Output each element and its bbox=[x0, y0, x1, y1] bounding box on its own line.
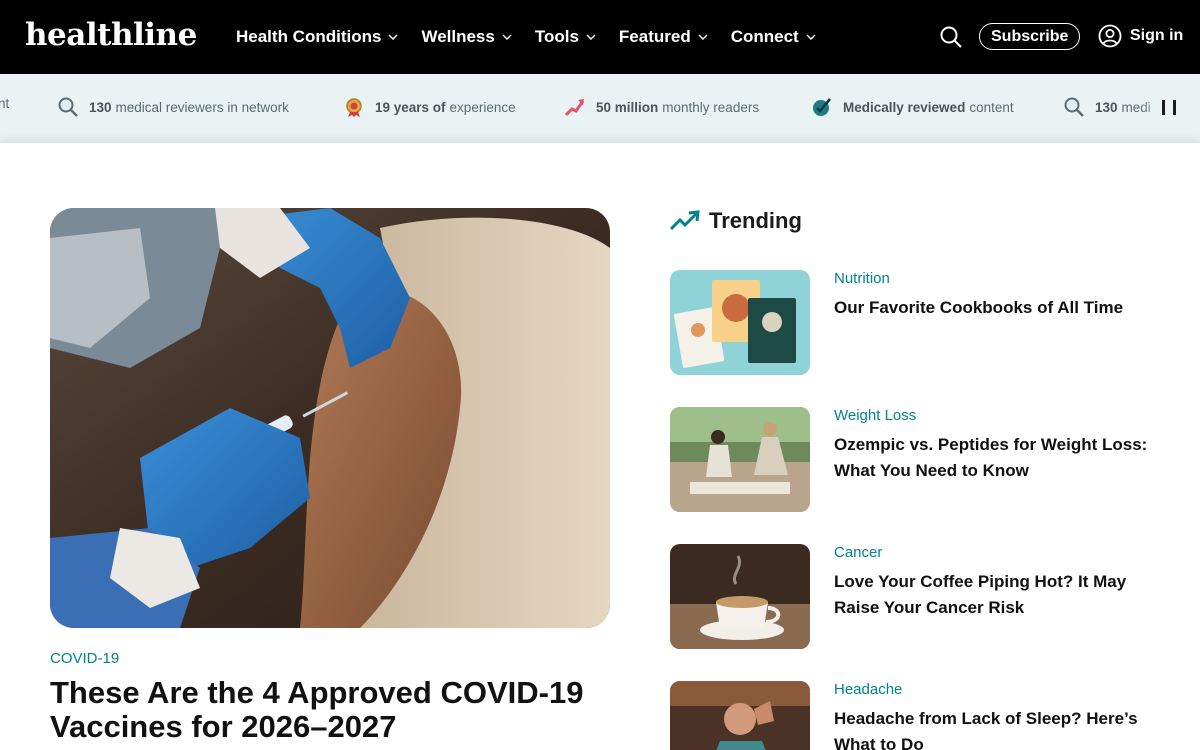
chevron-down-icon bbox=[585, 31, 597, 43]
trending-card[interactable]: Headache Headache from Lack of Sleep? He… bbox=[670, 681, 1150, 750]
sign-in-button[interactable]: Sign in bbox=[1098, 24, 1183, 48]
chevron-down-icon bbox=[805, 31, 817, 43]
trending-headline[interactable]: Our Favorite Cookbooks of All Time bbox=[834, 295, 1154, 321]
magnifier-icon bbox=[57, 96, 79, 118]
search-icon[interactable] bbox=[939, 25, 963, 49]
nav-label: Featured bbox=[618, 27, 691, 46]
ticker-bold: 19 years of bbox=[375, 99, 446, 115]
checkmark-badge-icon bbox=[811, 96, 833, 118]
trending-card[interactable]: Nutrition Our Favorite Cookbooks of All … bbox=[670, 270, 1150, 375]
cookbooks-thumbnail bbox=[670, 270, 810, 375]
nav-connect[interactable]: Connect bbox=[731, 27, 817, 47]
main-nav: Health Conditions Wellness Tools Feature… bbox=[236, 0, 839, 74]
hero-headline[interactable]: These Are the 4 Approved COVID-19 Vaccin… bbox=[50, 676, 610, 744]
headache-thumbnail bbox=[670, 681, 810, 750]
magnifier-icon bbox=[1063, 96, 1085, 118]
nav-featured[interactable]: Featured bbox=[619, 27, 709, 47]
trending-headline[interactable]: Headache from Lack of Sleep? Here’s What… bbox=[834, 706, 1154, 750]
ticker-item: 130 medical reviewers in network bbox=[57, 96, 289, 118]
nav-label: Connect bbox=[730, 27, 799, 46]
trending-category[interactable]: Headache bbox=[834, 681, 902, 698]
ticker-bold: Medically reviewed bbox=[843, 99, 966, 115]
nav-label: Health Conditions bbox=[236, 27, 382, 46]
pause-icon[interactable] bbox=[1162, 100, 1176, 116]
trending-card[interactable]: Cancer Love Your Coffee Piping Hot? It M… bbox=[670, 544, 1150, 649]
exercise-thumbnail bbox=[670, 407, 810, 512]
ticker-bold: 130 bbox=[1095, 99, 1118, 115]
trending-heading: Trending bbox=[669, 208, 802, 234]
award-medal-icon bbox=[343, 96, 365, 118]
ticker-item: 19 years of experience bbox=[343, 96, 516, 118]
ticker-bold: 130 bbox=[89, 99, 112, 115]
trending-category[interactable]: Weight Loss bbox=[834, 407, 916, 424]
growth-arrow-icon bbox=[564, 96, 586, 118]
site-header: healthline Health Conditions Wellness To… bbox=[0, 0, 1200, 74]
nav-tools[interactable]: Tools bbox=[535, 27, 597, 47]
stats-ticker: nt 130 medical reviewers in network 19 y… bbox=[0, 74, 1200, 143]
ticker-text: medical reviewers in network bbox=[115, 99, 289, 115]
ticker-text: content bbox=[969, 99, 1014, 115]
ticker-item: nt bbox=[0, 96, 9, 111]
subscribe-button[interactable]: Subscribe bbox=[979, 23, 1081, 50]
chevron-down-icon bbox=[387, 31, 399, 43]
trending-headline[interactable]: Love Your Coffee Piping Hot? It May Rais… bbox=[834, 569, 1154, 621]
ticker-bold: 50 million bbox=[596, 99, 659, 115]
chevron-down-icon bbox=[697, 31, 709, 43]
trending-category[interactable]: Cancer bbox=[834, 544, 882, 561]
coffee-thumbnail bbox=[670, 544, 810, 649]
hero-category-link[interactable]: COVID-19 bbox=[50, 650, 119, 667]
trending-category[interactable]: Nutrition bbox=[834, 270, 890, 287]
chevron-down-icon bbox=[501, 31, 513, 43]
trending-arrow-icon bbox=[669, 210, 700, 232]
hero-image-vaccine[interactable] bbox=[50, 208, 610, 628]
nav-wellness[interactable]: Wellness bbox=[421, 27, 512, 47]
sign-in-label: Sign in bbox=[1130, 27, 1184, 44]
ticker-item: Medically reviewed content bbox=[811, 96, 1014, 118]
ticker-text: nt bbox=[0, 96, 10, 111]
trending-card[interactable]: Weight Loss Ozempic vs. Peptides for Wei… bbox=[670, 407, 1150, 512]
user-icon bbox=[1098, 24, 1122, 48]
ticker-text: monthly readers bbox=[662, 99, 760, 115]
nav-health-conditions[interactable]: Health Conditions bbox=[236, 27, 399, 47]
healthline-logo[interactable]: healthline bbox=[25, 17, 197, 53]
ticker-text: experience bbox=[449, 99, 516, 115]
ticker-item: 50 million monthly readers bbox=[564, 96, 759, 118]
nav-label: Tools bbox=[534, 27, 579, 46]
trending-title: Trending bbox=[709, 208, 802, 233]
ticker-item: 130 medi bbox=[1063, 96, 1151, 118]
trending-headline[interactable]: Ozempic vs. Peptides for Weight Loss: Wh… bbox=[834, 432, 1154, 484]
nav-label: Wellness bbox=[421, 27, 495, 46]
